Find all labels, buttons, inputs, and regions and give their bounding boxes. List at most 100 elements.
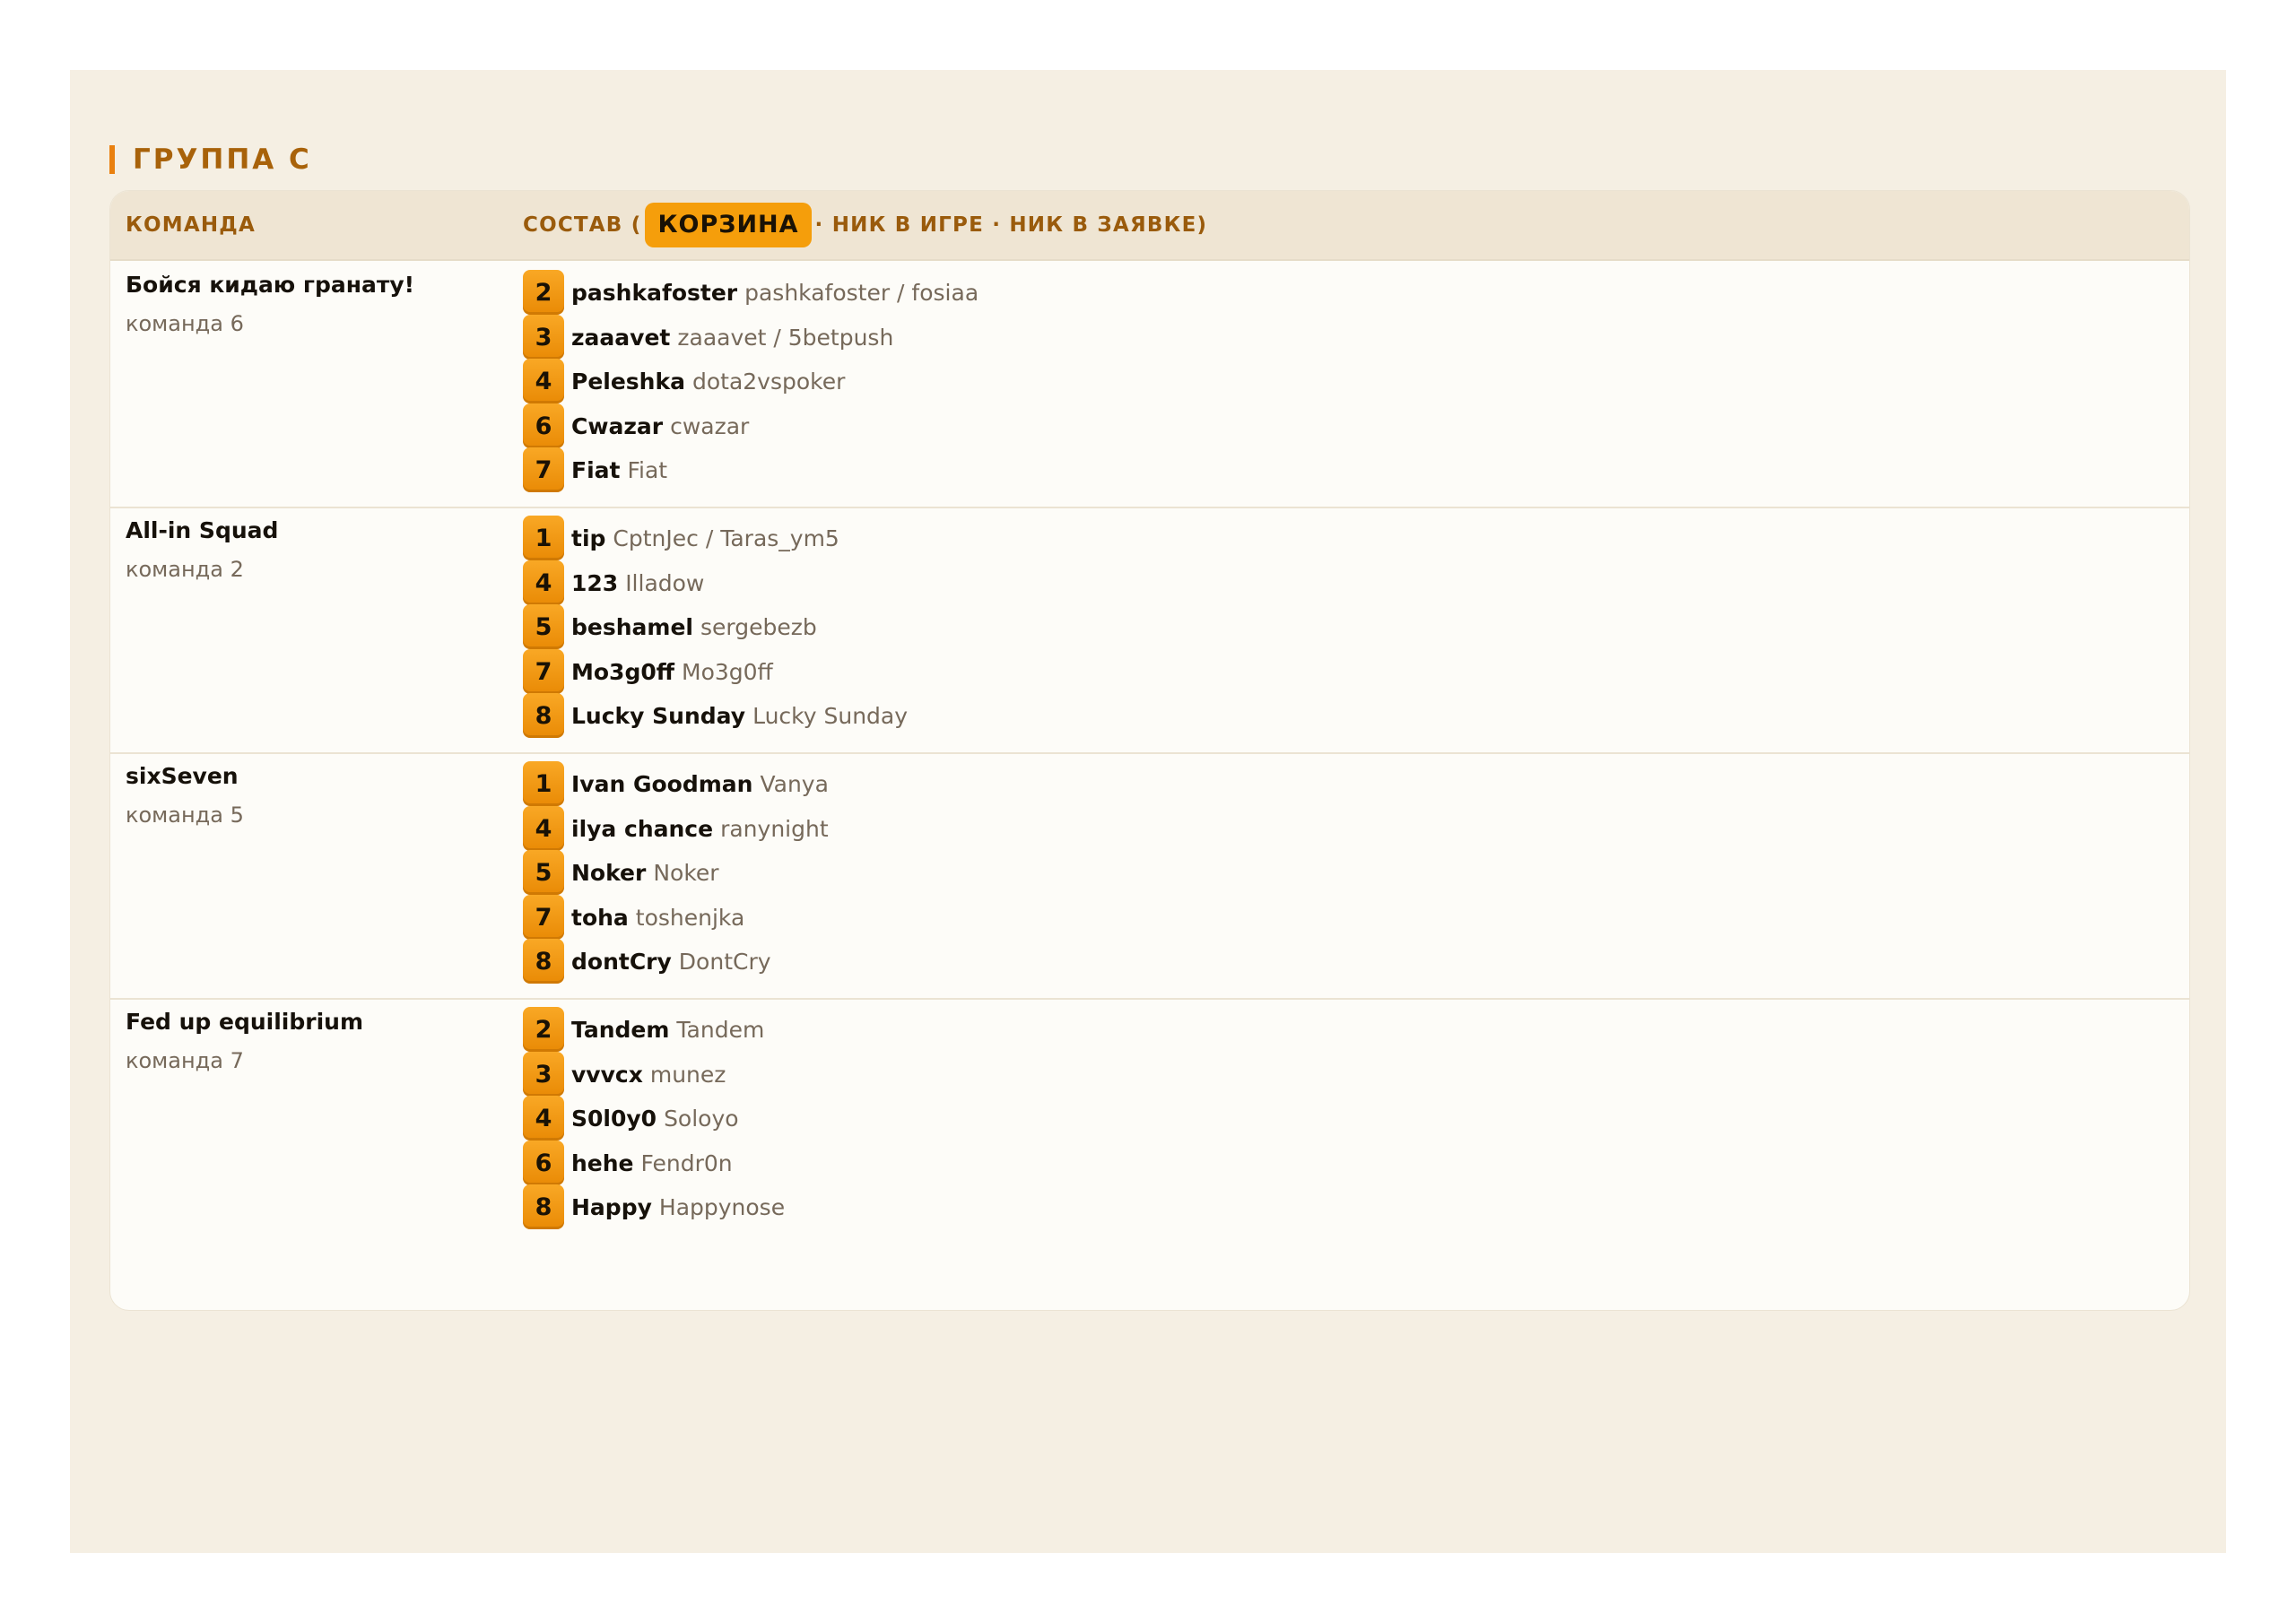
player-nick: Happy: [571, 1193, 652, 1220]
player-game-nick: munez: [649, 1061, 726, 1088]
player-row: 3 zaaavet zaaavet / 5betpush: [523, 315, 893, 360]
column-header-roster: СОСТАВ ( КОРЗИНА · НИК В ИГРЕ · НИК В ЗА…: [523, 191, 1207, 259]
table-header: КОМАНДА СОСТАВ ( КОРЗИНА · НИК В ИГРЕ · …: [110, 191, 2189, 261]
team-row: Fed up equilibrium команда 7 2 Tandem Tand…: [110, 998, 2189, 1244]
player-nick: Mo3g0ff: [571, 658, 674, 685]
player-game-nick: Illadow: [625, 569, 705, 596]
basket-badge: 4: [523, 359, 564, 403]
player-row: 2 pashkafoster pashkafoster / fosiaa: [523, 270, 978, 315]
roster-header-suffix: · НИК В ИГРЕ · НИК В ЗАЯВКЕ): [814, 213, 1208, 237]
player-row: 1 Ivan Goodman Vanya: [523, 761, 829, 806]
basket-badge: 2: [523, 1007, 564, 1052]
player-nick: tip: [571, 525, 606, 551]
player-nick: Cwazar: [571, 412, 664, 439]
group-heading-accent-bar: [109, 145, 115, 174]
player-row: 7 Mo3g0ff Mo3g0ff: [523, 649, 773, 694]
player-game-nick: Lucky Sunday: [752, 702, 909, 729]
player-game-nick: zaaavet / 5betpush: [677, 324, 894, 351]
basket-badge: 5: [523, 604, 564, 649]
player-game-nick: Vanya: [760, 770, 829, 797]
team-row: sixSeven команда 5 1 Ivan Goodman Vanya 4i…: [110, 752, 2189, 1000]
player-row: 5 Noker Noker: [523, 850, 719, 895]
basket-badge: 2: [523, 270, 564, 315]
player-nick: dontCry: [571, 948, 672, 975]
player-row: 8 dontCry DontCry: [523, 939, 771, 984]
player-row: 1 tip CptnJec / Taras_ym5: [523, 516, 839, 560]
group-heading: ГРУППА C: [109, 143, 312, 176]
basket-badge: 7: [523, 649, 564, 694]
player-game-nick: pashkafoster / fosiaa: [744, 279, 979, 306]
basket-badge: 1: [523, 761, 564, 806]
player-nick: Peleshka: [571, 368, 685, 395]
player-row: 6 Cwazar cwazar: [523, 403, 749, 448]
basket-badge: 7: [523, 895, 564, 940]
basket-badge: 8: [523, 693, 564, 738]
player-nick: Fiat: [571, 456, 621, 483]
team-row: All-in Squad команда 2 1 tip CptnJec / Tar…: [110, 507, 2189, 754]
basket-badge: 3: [523, 315, 564, 360]
player-row: 6 hehe Fendr0n: [523, 1141, 733, 1185]
player-row: 4 123 Illadow: [523, 560, 704, 605]
team-number: команда 6: [126, 311, 244, 336]
basket-pill: КОРЗИНА: [645, 203, 812, 247]
player-game-nick: CptnJec / Taras_ym5: [613, 525, 839, 551]
team-name: Fed up equilibrium: [126, 1009, 364, 1035]
player-nick: Noker: [571, 859, 647, 886]
player-row: 4 ilya chance ranynight: [523, 806, 829, 851]
player-game-nick: toshenjka: [635, 904, 745, 931]
team-number: команда 5: [126, 802, 244, 828]
player-nick: 123: [571, 569, 619, 596]
player-row: 7 Fiat Fiat: [523, 447, 667, 492]
player-row: 2 Tandem Tandem: [523, 1007, 764, 1052]
player-row: 8 Lucky Sunday Lucky Sunday: [523, 693, 908, 738]
player-row: 5 beshamel sergebezb: [523, 604, 817, 649]
team-name: Бойся кидаю гранату!: [126, 272, 415, 298]
player-game-nick: Mo3g0ff: [682, 658, 773, 685]
player-row: 3 vvvcx munez: [523, 1052, 726, 1097]
player-nick: hehe: [571, 1149, 634, 1176]
player-row: 4 S0l0y0 Soloyo: [523, 1096, 739, 1141]
basket-badge: 4: [523, 1096, 564, 1141]
player-nick: vvvcx: [571, 1061, 643, 1088]
player-nick: beshamel: [571, 613, 693, 640]
page-sheet: ГРУППА C КОМАНДА СОСТАВ ( КОРЗИНА · НИК …: [70, 70, 2226, 1553]
player-row: 4 Peleshka dota2vspoker: [523, 359, 845, 403]
player-game-nick: ranynight: [720, 815, 829, 842]
player-nick: pashkafoster: [571, 279, 738, 306]
player-nick: Lucky Sunday: [571, 702, 746, 729]
player-game-nick: Tandem: [676, 1016, 765, 1043]
player-nick: Tandem: [571, 1016, 670, 1043]
basket-badge: 4: [523, 806, 564, 851]
player-game-nick: cwazar: [670, 412, 750, 439]
team-number: команда 7: [126, 1048, 244, 1073]
player-game-nick: DontCry: [678, 948, 771, 975]
player-game-nick: Fiat: [627, 456, 668, 483]
roster-header-prefix: СОСТАВ (: [523, 213, 642, 237]
basket-badge: 7: [523, 447, 564, 492]
group-table: КОМАНДА СОСТАВ ( КОРЗИНА · НИК В ИГРЕ · …: [109, 190, 2190, 1311]
team-number: команда 2: [126, 557, 244, 582]
team-row: Бойся кидаю гранату! команда 6 2 pashkafo…: [110, 261, 2189, 508]
team-name: sixSeven: [126, 763, 239, 789]
player-nick: zaaavet: [571, 324, 671, 351]
column-header-team: КОМАНДА: [126, 213, 256, 237]
player-game-nick: Soloyo: [664, 1105, 739, 1132]
basket-badge: 8: [523, 1184, 564, 1229]
player-nick: Ivan Goodman: [571, 770, 753, 797]
player-nick: S0l0y0: [571, 1105, 657, 1132]
basket-badge: 5: [523, 850, 564, 895]
team-name: All-in Squad: [126, 517, 279, 543]
basket-badge: 4: [523, 560, 564, 605]
basket-badge: 1: [523, 516, 564, 560]
player-game-nick: sergebezb: [700, 613, 817, 640]
player-nick: ilya chance: [571, 815, 714, 842]
player-game-nick: Noker: [653, 859, 719, 886]
basket-badge: 8: [523, 939, 564, 984]
basket-badge: 6: [523, 1141, 564, 1185]
player-game-nick: dota2vspoker: [691, 368, 846, 395]
player-nick: toha: [571, 904, 629, 931]
player-row: 8 Happy Happynose: [523, 1184, 785, 1229]
basket-badge: 3: [523, 1052, 564, 1097]
player-game-nick: Fendr0n: [640, 1149, 733, 1176]
basket-badge: 6: [523, 403, 564, 448]
